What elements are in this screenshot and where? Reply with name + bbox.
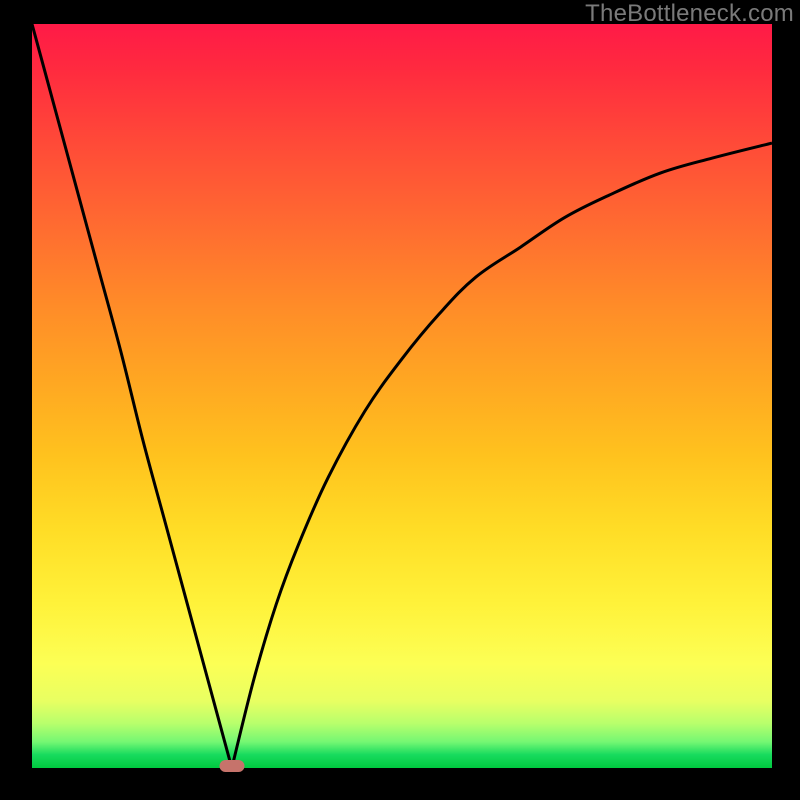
minimum-marker [219, 760, 244, 772]
curve-path [32, 24, 772, 768]
plot-area [32, 24, 772, 768]
chart-frame: TheBottleneck.com [0, 0, 800, 800]
watermark-text: TheBottleneck.com [585, 0, 794, 28]
bottleneck-curve [32, 24, 772, 768]
